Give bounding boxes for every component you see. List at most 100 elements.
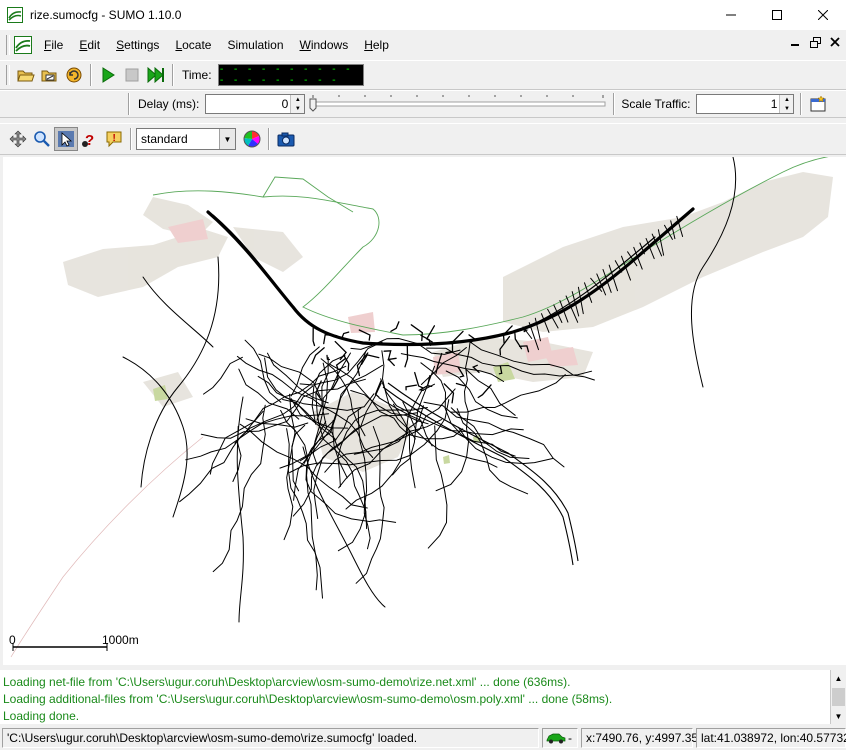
delay-toolbar: Delay (ms): 0 ▲ ▼ Scale Traffic: 1 ▲ ▼ (0, 90, 846, 118)
scale-end-label: 1000m (102, 633, 139, 647)
message-line: Loading additional-files from 'C:\Users\… (3, 692, 613, 706)
scale-traffic-value: 1 (770, 97, 778, 111)
reload-button[interactable] (62, 63, 86, 87)
stop-button[interactable] (120, 63, 144, 87)
vehicle-mode-suffix: - (568, 731, 573, 745)
locate-junction-button[interactable] (54, 127, 78, 151)
show-info-button[interactable]: ! (102, 127, 126, 151)
new-window-icon (810, 96, 826, 112)
delay-slider[interactable] (309, 93, 609, 115)
road-segment (203, 356, 243, 395)
time-display: - - - - - - - - - - - - - - - - - - - (217, 64, 364, 86)
toolbar-grip[interactable] (6, 65, 10, 85)
scroll-up-icon[interactable]: ▲ (831, 670, 846, 686)
step-button[interactable] (144, 63, 168, 87)
color-wheel-icon (243, 130, 261, 148)
scroll-thumb[interactable] (832, 688, 845, 706)
road-segment (426, 374, 433, 387)
delay-label: Delay (ms): (138, 97, 200, 111)
status-bar: 'C:\Users\ugur.coruh\Desktop\arcview\osm… (0, 726, 846, 750)
maximize-icon (772, 10, 782, 20)
road-segment (312, 327, 316, 347)
child-window-icon[interactable] (14, 36, 32, 54)
road-segment (280, 409, 318, 591)
open-config-button[interactable] (14, 63, 38, 87)
network-map[interactable] (3, 157, 846, 665)
road-segment (343, 355, 350, 372)
magnifier-icon (34, 131, 50, 147)
menu-help[interactable]: Help (356, 38, 397, 52)
message-window[interactable]: Loading net-file from 'C:\Users\ugur.cor… (0, 670, 830, 724)
stop-icon (125, 68, 139, 82)
svg-text:!: ! (113, 133, 116, 144)
menu-edit[interactable]: Edit (71, 38, 108, 52)
window-title: rize.sumocfg - SUMO 1.10.0 (30, 8, 182, 22)
help-icon: ? (82, 132, 94, 148)
scale-traffic-spinner[interactable]: 1 ▲ ▼ (696, 94, 795, 114)
scroll-down-icon[interactable]: ▼ (831, 708, 846, 724)
road-segment (383, 350, 392, 361)
close-icon (818, 10, 828, 20)
delay-up-icon[interactable]: ▲ (291, 95, 305, 104)
network-canvas[interactable]: 0 1000m (3, 157, 846, 665)
open-network-icon (41, 70, 57, 82)
recenter-view-button[interactable] (6, 127, 30, 151)
cursor-geo-coordinates: lat:41.038972, lon:40.577321 (696, 728, 846, 748)
edit-coloring-button[interactable] (240, 127, 264, 151)
close-button[interactable] (800, 0, 846, 30)
menu-settings[interactable]: Settings (108, 38, 167, 52)
open-network-button[interactable] (38, 63, 62, 87)
road-segment (374, 380, 382, 398)
sumo-window: rize.sumocfg - SUMO 1.10.0 File Edit Set… (0, 0, 846, 750)
mdi-close-icon[interactable] (828, 35, 842, 49)
message-scrollbar[interactable]: ▲ ▼ (830, 670, 846, 724)
road-segment (410, 324, 423, 342)
delay-spinner[interactable]: 0 ▲ ▼ (205, 94, 306, 114)
status-message: 'C:\Users\ugur.coruh\Desktop\arcview\osm… (2, 728, 540, 748)
road-segment (387, 357, 397, 367)
camera-icon (277, 132, 295, 147)
mdi-minimize-icon[interactable] (788, 35, 802, 49)
mdi-restore-icon[interactable] (808, 35, 822, 49)
road-segment (244, 339, 282, 403)
menu-windows[interactable]: Windows (292, 38, 357, 52)
locate-cursor-icon (58, 131, 74, 147)
cursor-xy-coordinates: x:7490.76, y:4997.35 (581, 728, 698, 748)
recenter-icon (9, 130, 27, 148)
time-label: Time: (182, 68, 212, 82)
landuse-polygons (63, 172, 833, 472)
minimize-icon (726, 14, 736, 16)
scale-down-icon[interactable]: ▼ (780, 104, 794, 113)
menu-simulation[interactable]: Simulation (219, 38, 291, 52)
screenshot-button[interactable] (274, 127, 298, 151)
scale-traffic-label: Scale Traffic: (621, 97, 691, 111)
dropdown-arrow-icon[interactable]: ▼ (219, 129, 235, 149)
edit-viewport-button[interactable] (30, 127, 54, 151)
run-button[interactable] (96, 63, 120, 87)
menubar-grip[interactable] (6, 35, 10, 55)
title-bar[interactable]: rize.sumocfg - SUMO 1.10.0 (0, 0, 846, 30)
message-line: Loading done. (3, 709, 80, 723)
color-scheme-combo[interactable]: standard ▼ (136, 128, 236, 150)
delay-slider-thumb (309, 98, 317, 112)
vehicle-mode-cell[interactable]: - (542, 728, 578, 748)
open-folder-icon (17, 70, 35, 82)
road-segment (311, 347, 325, 365)
car-icon (546, 733, 566, 744)
message-line: Loading net-file from 'C:\Users\ugur.cor… (3, 675, 571, 689)
new-window-button[interactable] (806, 92, 830, 116)
menu-file[interactable]: File (36, 38, 71, 52)
sumo-app-icon (7, 7, 23, 23)
play-icon (102, 67, 115, 83)
help-button[interactable]: ? (78, 127, 102, 151)
minimize-button[interactable] (708, 0, 754, 30)
road-segment (477, 384, 492, 399)
road-segment (405, 384, 418, 391)
menu-locate[interactable]: Locate (167, 38, 219, 52)
road-segment (140, 256, 220, 488)
maximize-button[interactable] (754, 0, 800, 30)
scale-up-icon[interactable]: ▲ (780, 95, 794, 104)
delay-down-icon[interactable]: ▼ (291, 104, 305, 113)
delay-value: 0 (281, 97, 289, 111)
road-segment (390, 321, 400, 332)
